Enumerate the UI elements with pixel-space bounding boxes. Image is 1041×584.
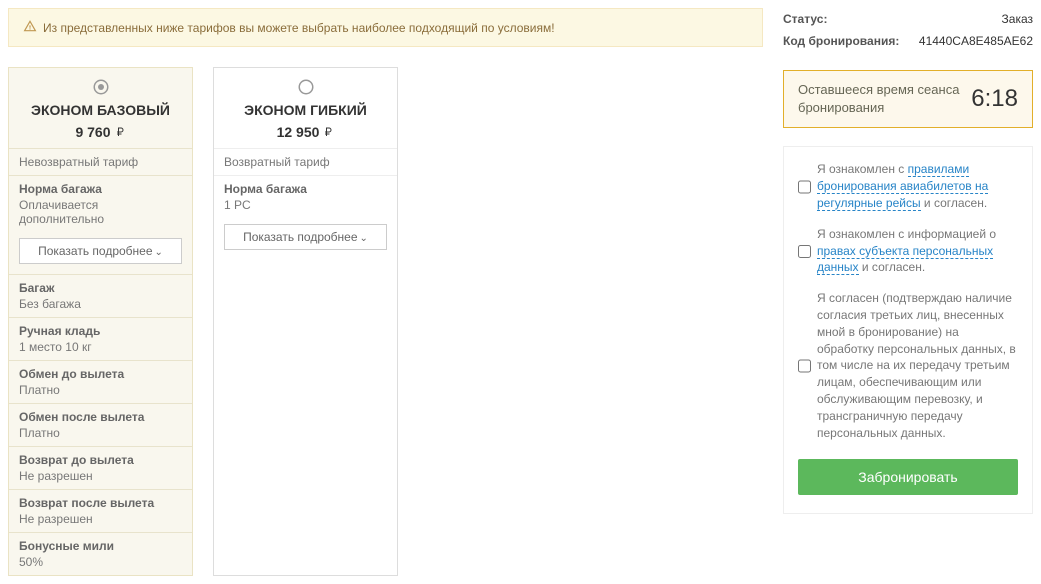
detail-label: Багаж [19, 281, 182, 295]
detail-label: Бонусные мили [19, 539, 182, 553]
book-button[interactable]: Забронировать [798, 459, 1018, 495]
status-value: Заказ [1002, 12, 1033, 26]
agree-rules-checkbox[interactable] [798, 162, 811, 211]
ruble-icon [114, 126, 126, 138]
detail-value: Платно [19, 426, 182, 440]
timer-label: Оставшееся время сеанса бронирования [798, 81, 971, 117]
baggage-label: Норма багажа [224, 182, 387, 196]
refund-label: Невозвратный тариф [9, 148, 192, 175]
tariff-price: 9 760 [75, 124, 110, 140]
detail-label: Возврат после вылета [19, 496, 182, 510]
show-more-button[interactable]: Показать подробнее⌄ [224, 224, 387, 250]
radio-unselected-icon [297, 78, 315, 96]
chevron-down-icon: ⌄ [360, 233, 368, 244]
agree-processing-checkbox[interactable] [798, 291, 811, 441]
chevron-down-icon: ⌄ [155, 247, 163, 258]
booking-code-label: Код бронирования: [783, 34, 899, 48]
detail-value: 1 место 10 кг [19, 340, 182, 354]
tariff-card-basic[interactable]: ЭКОНОМ БАЗОВЫЙ 9 760 Невозвратный тариф … [8, 67, 193, 576]
status-label: Статус: [783, 12, 827, 26]
warning-icon [23, 19, 37, 36]
detail-value: Не разрешен [19, 512, 182, 526]
detail-value: Без багажа [19, 297, 182, 311]
baggage-value: 1 PC [224, 198, 387, 212]
ruble-icon [322, 126, 334, 138]
agree-personal-data-checkbox[interactable] [798, 227, 811, 276]
detail-label: Возврат до вылета [19, 453, 182, 467]
radio-selected-icon [92, 78, 110, 96]
detail-label: Ручная кладь [19, 324, 182, 338]
timer-value: 6:18 [971, 85, 1018, 113]
detail-value: Не разрешен [19, 469, 182, 483]
tariff-name: ЭКОНОМ БАЗОВЫЙ [17, 102, 184, 118]
baggage-value: Оплачивается дополнительно [19, 198, 182, 226]
detail-value: Платно [19, 383, 182, 397]
show-more-button[interactable]: Показать подробнее⌄ [19, 238, 182, 264]
alert-text: Из представленных ниже тарифов вы можете… [43, 21, 555, 35]
tariff-card-flex[interactable]: ЭКОНОМ ГИБКИЙ 12 950 Возвратный тариф Но… [213, 67, 398, 576]
refund-label: Возвратный тариф [214, 148, 397, 175]
tariff-alert: Из представленных ниже тарифов вы можете… [8, 8, 763, 47]
booking-code-value: 41440CA8E485AE62 [919, 34, 1033, 48]
detail-label: Обмен после вылета [19, 410, 182, 424]
agreements-panel: Я ознакомлен с правилами бронирования ав… [783, 146, 1033, 514]
tariff-price: 12 950 [277, 124, 320, 140]
session-timer: Оставшееся время сеанса бронирования 6:1… [783, 70, 1033, 128]
tariff-name: ЭКОНОМ ГИБКИЙ [222, 102, 389, 118]
detail-label: Обмен до вылета [19, 367, 182, 381]
baggage-label: Норма багажа [19, 182, 182, 196]
